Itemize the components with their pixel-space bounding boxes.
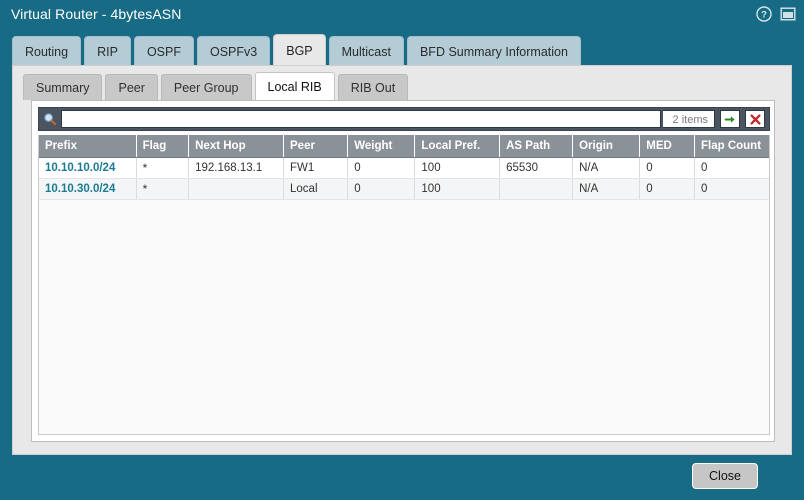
item-count-label: 2 items (663, 110, 715, 128)
virtual-router-dialog: Virtual Router - 4bytesASN ? Routing RIP… (0, 0, 804, 500)
column-header-origin[interactable]: Origin (573, 135, 640, 158)
cell-peer: FW1 (284, 158, 348, 179)
help-circle-icon[interactable]: ? (756, 6, 772, 22)
apply-filter-button[interactable] (720, 110, 740, 128)
window-restore-icon[interactable] (780, 6, 796, 22)
subtab-summary[interactable]: Summary (23, 74, 102, 100)
tab-routing[interactable]: Routing (12, 36, 81, 66)
cell-as-path (500, 179, 573, 200)
clear-filter-button[interactable] (745, 110, 765, 128)
table-row[interactable]: 10.10.10.0/24 * 192.168.13.1 FW1 0 100 6… (39, 158, 769, 179)
column-header-flap-count[interactable]: Flap Count (694, 135, 769, 158)
cell-flap-count: 0 (694, 179, 769, 200)
dialog-title: Virtual Router - 4bytesASN (11, 6, 181, 22)
tab-bgp[interactable]: BGP (273, 34, 325, 66)
table-row[interactable]: 10.10.30.0/24 * Local 0 100 N/A 0 0 (39, 179, 769, 200)
tab-bfd-summary-information[interactable]: BFD Summary Information (407, 36, 581, 66)
column-header-as-path[interactable]: AS Path (500, 135, 573, 158)
dialog-footer: Close (0, 455, 804, 500)
title-bar-icons: ? (756, 6, 796, 22)
cell-next-hop (189, 179, 284, 200)
table-header-row: Prefix Flag Next Hop Peer Weight Local P… (39, 135, 769, 158)
column-header-weight[interactable]: Weight (348, 135, 415, 158)
tab-ospfv3[interactable]: OSPFv3 (197, 36, 270, 66)
column-header-next-hop[interactable]: Next Hop (189, 135, 284, 158)
tab-ospf[interactable]: OSPF (134, 36, 194, 66)
cell-med: 0 (640, 158, 695, 179)
primary-tab-strip: Routing RIP OSPF OSPFv3 BGP Multicast BF… (12, 34, 581, 66)
tab-rip[interactable]: RIP (84, 36, 131, 66)
column-header-peer[interactable]: Peer (284, 135, 348, 158)
cell-as-path: 65530 (500, 158, 573, 179)
filter-bar: 2 items (38, 107, 770, 131)
local-rib-card: 2 items (31, 100, 775, 442)
local-rib-table-container: Prefix Flag Next Hop Peer Weight Local P… (38, 135, 770, 435)
subtab-rib-out[interactable]: RIB Out (338, 74, 408, 100)
column-header-local-pref[interactable]: Local Pref. (415, 135, 500, 158)
subtab-local-rib[interactable]: Local RIB (255, 72, 335, 100)
cell-prefix: 10.10.30.0/24 (39, 179, 136, 200)
prefix-link[interactable]: 10.10.30.0/24 (45, 183, 115, 195)
secondary-tab-strip: Summary Peer Peer Group Local RIB RIB Ou… (23, 72, 408, 100)
close-button[interactable]: Close (692, 463, 758, 489)
cell-flag: * (136, 158, 189, 179)
column-header-flag[interactable]: Flag (136, 135, 189, 158)
cell-flap-count: 0 (694, 158, 769, 179)
search-input[interactable] (61, 110, 661, 128)
cell-prefix: 10.10.10.0/24 (39, 158, 136, 179)
column-header-med[interactable]: MED (640, 135, 695, 158)
prefix-link[interactable]: 10.10.10.0/24 (45, 162, 115, 174)
cell-flag: * (136, 179, 189, 200)
cell-peer: Local (284, 179, 348, 200)
column-header-prefix[interactable]: Prefix (39, 135, 136, 158)
cell-med: 0 (640, 179, 695, 200)
dialog-title-bar: Virtual Router - 4bytesASN ? (0, 0, 804, 30)
subtab-peer[interactable]: Peer (105, 74, 157, 100)
tab-multicast[interactable]: Multicast (329, 36, 404, 66)
svg-text:?: ? (761, 10, 767, 21)
bgp-content-panel: Summary Peer Peer Group Local RIB RIB Ou… (12, 65, 792, 455)
cell-weight: 0 (348, 158, 415, 179)
cell-origin: N/A (573, 179, 640, 200)
cell-weight: 0 (348, 179, 415, 200)
cell-next-hop: 192.168.13.1 (189, 158, 284, 179)
cell-origin: N/A (573, 158, 640, 179)
subtab-peer-group[interactable]: Peer Group (161, 74, 252, 100)
magnifier-icon[interactable] (39, 108, 61, 130)
cell-local-pref: 100 (415, 158, 500, 179)
local-rib-table: Prefix Flag Next Hop Peer Weight Local P… (39, 135, 769, 200)
cell-local-pref: 100 (415, 179, 500, 200)
